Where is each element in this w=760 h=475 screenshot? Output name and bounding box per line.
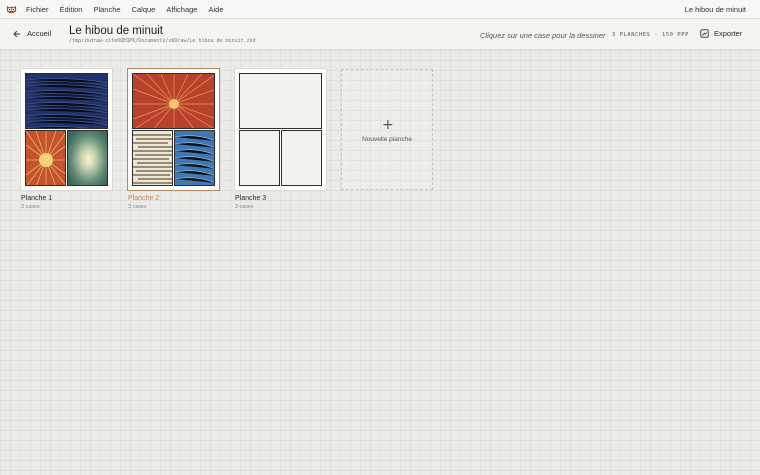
document-title: Le hibou de minuit (69, 25, 163, 37)
panel-2-3[interactable] (174, 130, 215, 186)
board-thumbnail-3[interactable] (235, 69, 326, 190)
export-icon (700, 29, 709, 38)
menu-planche[interactable]: Planche (93, 5, 120, 14)
panel-2-2-artwork (133, 131, 172, 185)
menu-edition[interactable]: Édition (60, 5, 83, 14)
arrow-left-icon (13, 30, 20, 37)
plus-icon: + (382, 117, 394, 133)
panel-1-3[interactable] (67, 130, 108, 186)
owl-logo-icon[interactable] (6, 4, 17, 15)
panel-1-3-artwork (68, 131, 107, 185)
board-thumbnail-2[interactable] (128, 69, 219, 190)
window-document-name: Le hibou de minuit (684, 5, 746, 14)
board-name-1[interactable]: Planche 1 (21, 195, 52, 202)
back-home-button[interactable]: Accueil (13, 29, 51, 38)
board-count-3: 3 cases (235, 204, 254, 210)
board-name-2[interactable]: Planche 2 (128, 195, 159, 202)
menu-affichage[interactable]: Affichage (166, 5, 197, 14)
panel-3-1[interactable] (239, 73, 322, 129)
menu-aide[interactable]: Aide (208, 5, 223, 14)
panel-1-1-artwork (26, 74, 107, 128)
panel-3-3[interactable] (281, 130, 322, 186)
export-label: Exporter (714, 29, 743, 38)
board-thumbnail-1[interactable] (21, 69, 112, 190)
panel-3-2[interactable] (239, 130, 280, 186)
panel-2-1[interactable] (132, 73, 215, 129)
document-stats: 3 PLANCHES · 150 PPP (612, 32, 689, 38)
back-home-label: Accueil (27, 29, 52, 38)
document-header: Accueil Le hibou de minuit /tmp/zkdraw-s… (0, 19, 760, 50)
panel-1-2-artwork (26, 131, 65, 185)
export-button[interactable]: Exporter (700, 29, 742, 38)
hint-text: Cliquez sur une case pour la dessiner (480, 31, 606, 40)
board-count-2: 3 cases (128, 204, 147, 210)
panel-2-3-artwork (175, 131, 214, 185)
panel-1-2[interactable] (25, 130, 66, 186)
document-path: /tmp/zkdraw-site0QEQP6/Documents/zkDraw/… (69, 38, 256, 44)
panel-2-1-artwork (133, 74, 214, 128)
new-board-label: Nouvelle planche (362, 136, 412, 143)
menu-bar: Fichier Édition Planche Calque Affichage… (0, 0, 760, 19)
board-count-1: 3 cases (21, 204, 40, 210)
menu-fichier[interactable]: Fichier (26, 5, 49, 14)
board-name-3[interactable]: Planche 3 (235, 195, 266, 202)
new-board-button[interactable]: + Nouvelle planche (341, 69, 433, 190)
panel-1-1[interactable] (25, 73, 108, 129)
menu-calque[interactable]: Calque (132, 5, 156, 14)
panel-2-2[interactable] (132, 130, 173, 186)
